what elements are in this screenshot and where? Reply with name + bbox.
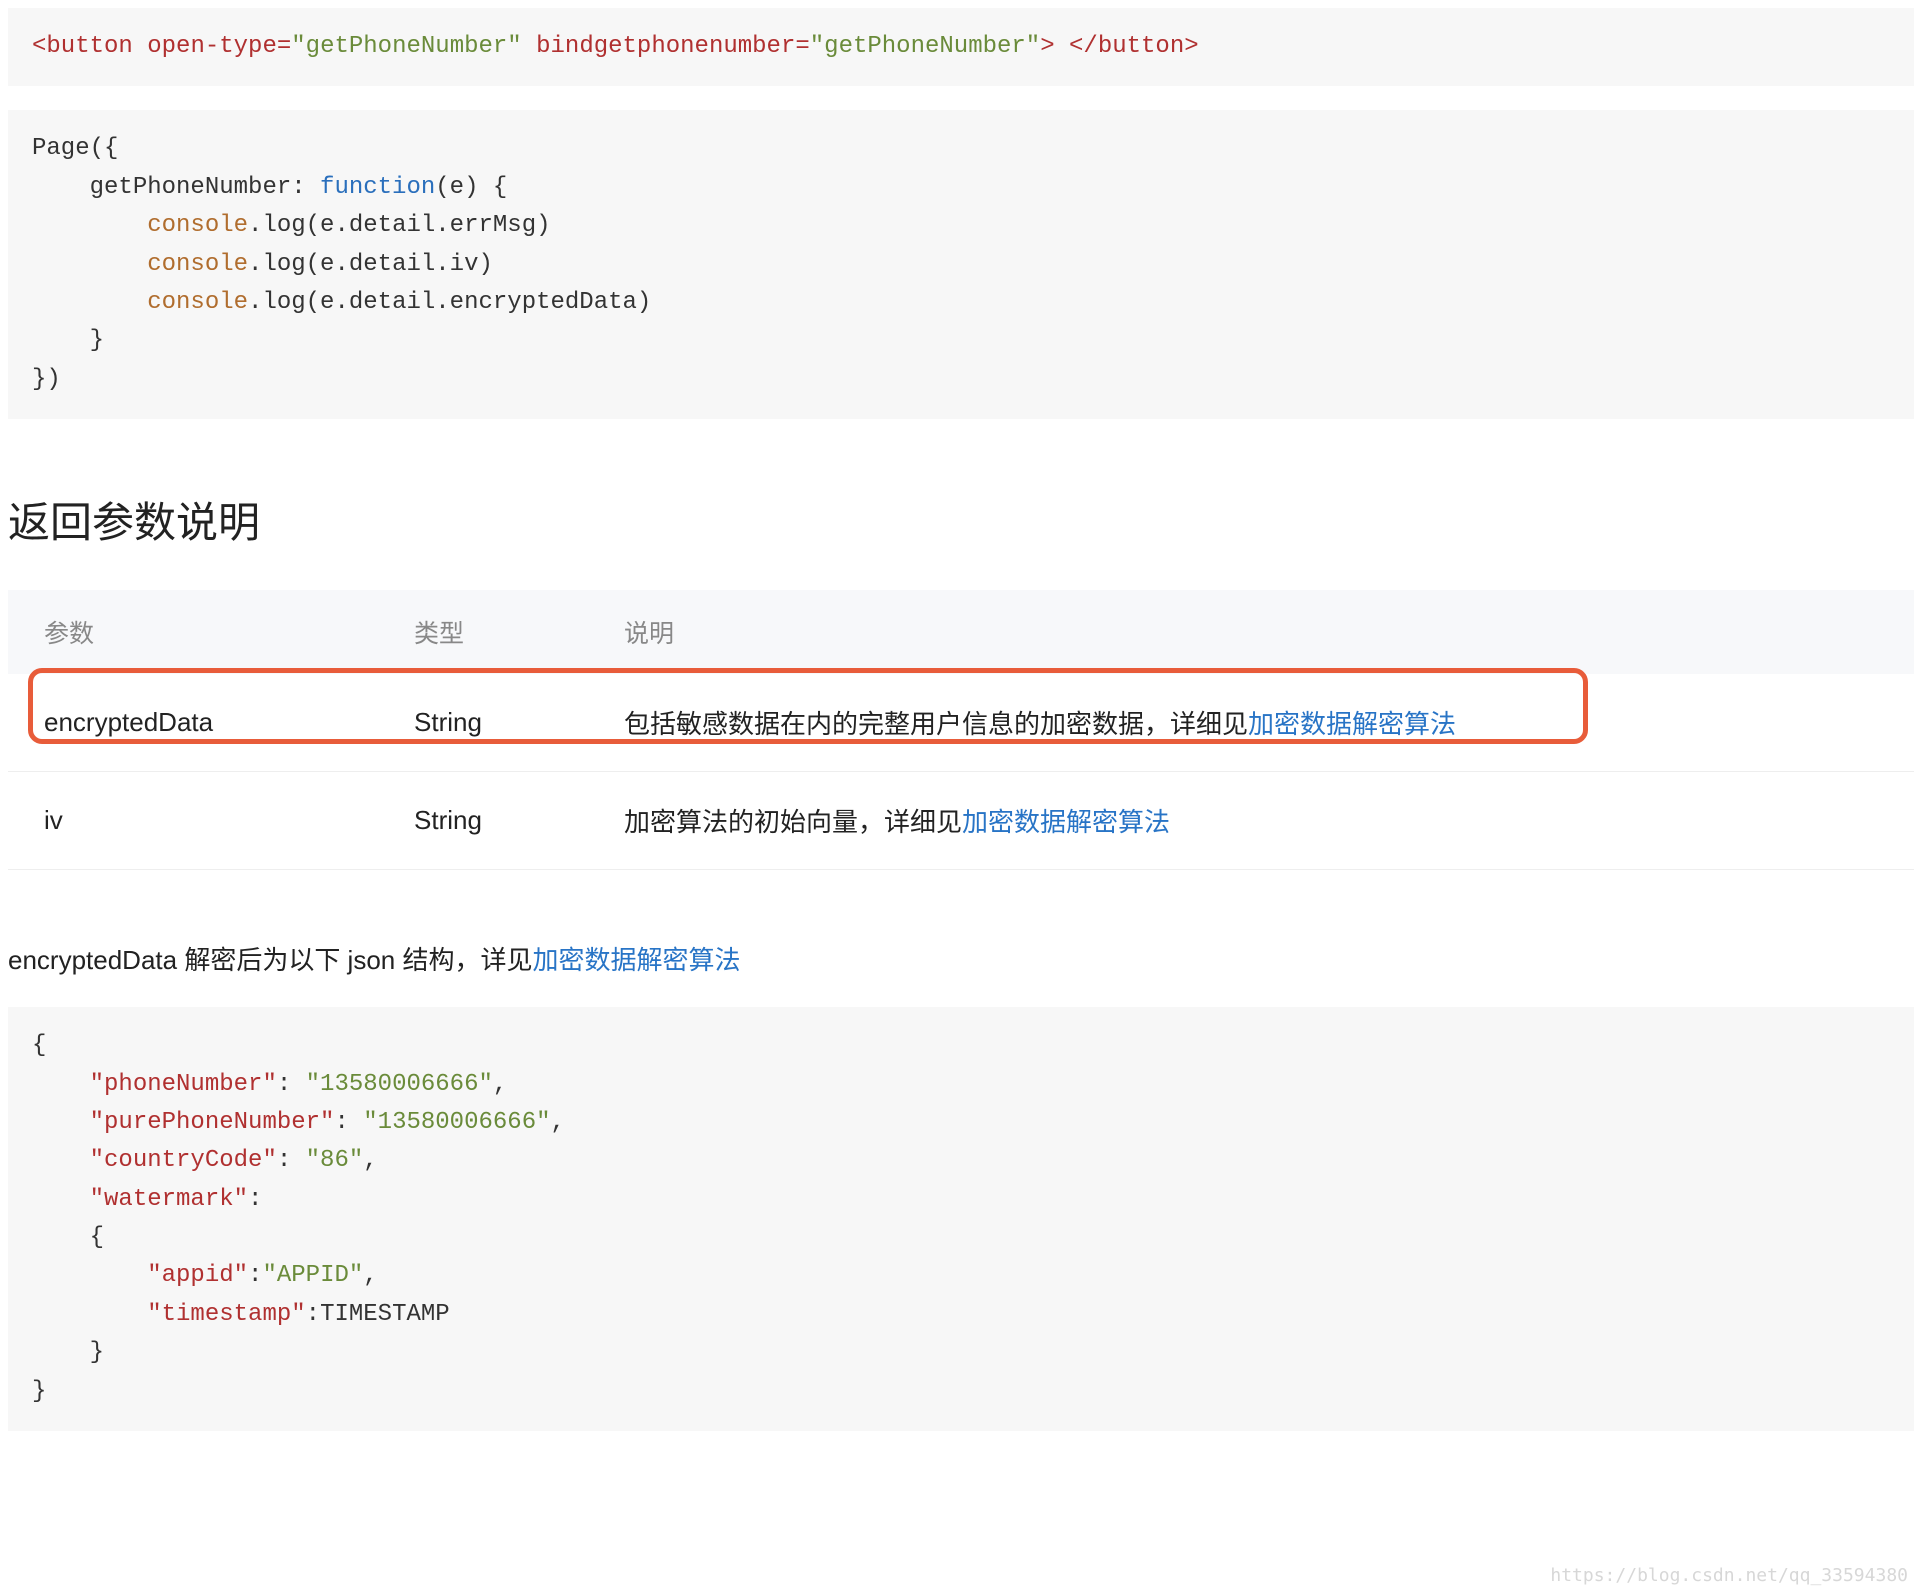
code-line: Page({ (32, 135, 118, 162)
code-token: console (147, 289, 248, 316)
code-token: "watermark" (90, 1186, 248, 1213)
table-row: encryptedData String 包括敏感数据在内的完整用户信息的加密数… (8, 674, 1914, 772)
body-text-prefix: encryptedData 解密后为以下 json 结构，详见 (8, 945, 532, 975)
link-decrypt-algo[interactable]: 加密数据解密算法 (962, 807, 1170, 837)
code-line: } (32, 1378, 46, 1405)
code-block-page-js: Page({ getPhoneNumber: function(e) { con… (8, 110, 1914, 419)
code-token: "getPhoneNumber" (291, 33, 521, 60)
code-token: </button> (1069, 33, 1199, 60)
cell-param: encryptedData (8, 674, 378, 772)
cell-desc-text: 加密算法的初始向量，详细见 (624, 807, 962, 837)
code-token: : (306, 1301, 320, 1328)
code-token: .log(e.detail.errMsg) (248, 212, 550, 239)
code-token: <button (32, 33, 133, 60)
code-token: bindgetphonenumber= (536, 33, 810, 60)
table-header-row: 参数 类型 说明 (8, 590, 1914, 674)
code-token: , (551, 1109, 565, 1136)
cell-type: String (378, 772, 588, 870)
code-token: "APPID" (262, 1262, 363, 1289)
code-token (32, 251, 147, 278)
cell-type: String (378, 674, 588, 772)
cell-desc: 包括敏感数据在内的完整用户信息的加密数据，详细见加密数据解密算法 (588, 674, 1914, 772)
cell-desc-text: 包括敏感数据在内的完整用户信息的加密数据，详细见 (624, 709, 1248, 739)
code-token: , (363, 1262, 377, 1289)
code-token: : (334, 1109, 363, 1136)
link-decrypt-algo[interactable]: 加密数据解密算法 (532, 945, 740, 975)
link-decrypt-algo[interactable]: 加密数据解密算法 (1248, 709, 1456, 739)
code-token (32, 212, 147, 239)
code-block-json-structure: { "phoneNumber": "13580006666", "purePho… (8, 1007, 1914, 1431)
code-token: TIMESTAMP (320, 1301, 450, 1328)
code-token: "timestamp" (147, 1301, 305, 1328)
code-line: { (32, 1032, 46, 1059)
code-token: , (363, 1147, 377, 1174)
th-type: 类型 (378, 590, 588, 674)
code-token: : (277, 1071, 306, 1098)
code-token: .log(e.detail.encryptedData) (248, 289, 651, 316)
code-token: "phoneNumber" (90, 1071, 277, 1098)
params-table: 参数 类型 说明 encryptedData String 包括敏感数据在内的完… (8, 590, 1914, 870)
section-title-return-params: 返回参数说明 (8, 489, 1914, 550)
code-token: : (248, 1186, 262, 1213)
th-desc: 说明 (588, 590, 1914, 674)
code-line: { (32, 1224, 104, 1251)
code-token: function (320, 174, 435, 201)
code-token: : (277, 1147, 306, 1174)
cell-desc: 加密算法的初始向量，详细见加密数据解密算法 (588, 772, 1914, 870)
th-param: 参数 (8, 590, 378, 674)
table-row: iv String 加密算法的初始向量，详细见加密数据解密算法 (8, 772, 1914, 870)
code-token: , (493, 1071, 507, 1098)
code-token: > (1040, 33, 1054, 60)
code-token: : (248, 1262, 262, 1289)
code-token: console (147, 212, 248, 239)
cell-param: iv (8, 772, 378, 870)
code-token: "appid" (147, 1262, 248, 1289)
body-text-encrypteddata-note: encryptedData 解密后为以下 json 结构，详见加密数据解密算法 (8, 940, 1914, 977)
code-token: .log(e.detail.iv) (248, 251, 493, 278)
code-line: } (32, 327, 104, 354)
code-token: open-type= (147, 33, 291, 60)
code-token: "countryCode" (90, 1147, 277, 1174)
params-table-wrap: 参数 类型 说明 encryptedData String 包括敏感数据在内的完… (8, 590, 1914, 870)
code-token: "86" (306, 1147, 364, 1174)
code-line: }) (32, 366, 61, 393)
code-token (32, 289, 147, 316)
code-block-button-example: <button open-type="getPhoneNumber" bindg… (8, 8, 1914, 86)
code-line: } (32, 1339, 104, 1366)
code-token: (e) { (435, 174, 507, 201)
code-line: getPhoneNumber: (32, 174, 320, 201)
code-token: "purePhoneNumber" (90, 1109, 335, 1136)
code-token: "getPhoneNumber" (810, 33, 1040, 60)
code-token: "13580006666" (306, 1071, 493, 1098)
code-token: console (147, 251, 248, 278)
code-token: "13580006666" (363, 1109, 550, 1136)
watermark: https://blog.csdn.net/qq_33594380 (1550, 1565, 1908, 1586)
